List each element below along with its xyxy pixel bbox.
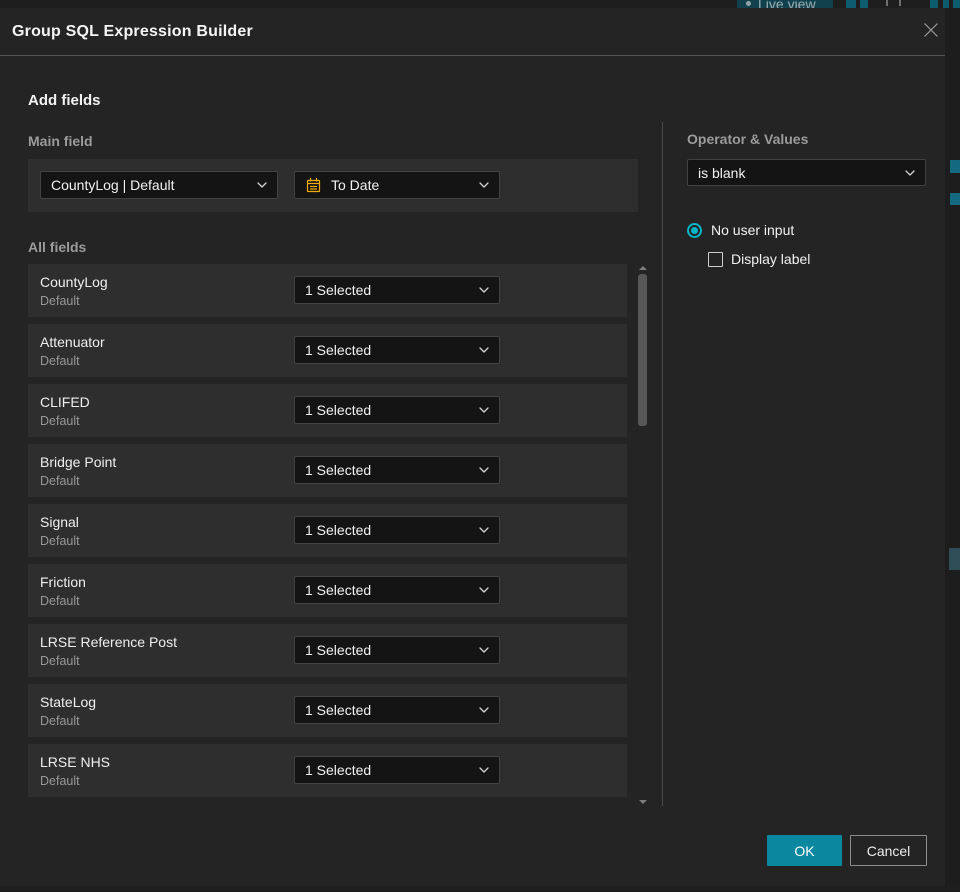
calendar-icon [306,177,321,192]
date-type-select-value: To Date [331,177,380,193]
toolbar-fragment [943,0,949,8]
field-row: CLIFED Default 1 Selected [28,384,627,437]
chevron-down-icon [257,182,267,188]
close-button[interactable] [917,16,945,44]
toolbar-fragment [930,0,938,8]
main-field-label: Main field [28,133,93,149]
field-name: LRSE Reference Post [40,634,177,650]
all-fields-label: All fields [28,239,87,255]
field-values-select[interactable]: 1 Selected [294,456,500,484]
app-background-right [945,8,960,886]
dialog-title: Group SQL Expression Builder [12,23,253,40]
operator-select-value: is blank [698,164,746,181]
field-name: LRSE NHS [40,754,111,770]
chevron-down-icon [905,169,915,176]
section-title: Add fields [28,92,101,109]
radio-selected-icon[interactable] [687,222,702,238]
chevron-down-icon [479,347,489,353]
field-subtitle: Default [40,414,80,428]
column-divider [662,122,663,806]
field-values-select[interactable]: 1 Selected [294,756,500,784]
toolbar-fragment [953,0,960,8]
toolbar-fragment [846,0,856,8]
field-row: StateLog Default 1 Selected [28,684,627,737]
field-subtitle: Default [40,594,80,608]
field-name: Bridge Point [40,454,117,470]
field-values-select[interactable]: 1 Selected [294,576,500,604]
scrollbar[interactable] [637,264,648,806]
field-row: LRSE Reference Post Default 1 Selected [28,624,627,677]
dialog-group-sql-expression-builder: Group SQL Expression Builder Add fields … [0,8,945,886]
field-row: LRSE NHS Default 1 Selected [28,744,627,797]
all-fields-list: CountyLog Default 1 Selected Attenuator … [28,264,627,804]
toolbar-fragment [860,0,868,8]
field-values-select[interactable]: 1 Selected [294,636,500,664]
chevron-down-icon [479,647,489,653]
chevron-down-icon [479,707,489,713]
chevron-down-icon [479,587,489,593]
no-user-input-option[interactable]: No user input [687,222,794,238]
field-subtitle: Default [40,534,80,548]
date-type-select[interactable]: To Date [294,171,500,199]
scroll-down-arrow-icon[interactable] [638,800,647,804]
toolbar-fragment [899,0,901,6]
display-label-option[interactable]: Display label [708,251,810,267]
field-name: Friction [40,574,86,590]
close-icon [924,23,938,37]
chevron-down-icon [479,467,489,473]
field-name: StateLog [40,694,97,710]
main-field-panel: CountyLog | Default To Date [28,159,638,212]
field-subtitle: Default [40,354,80,368]
main-field-select[interactable]: CountyLog | Default [40,171,278,199]
scroll-up-arrow-icon[interactable] [638,266,647,270]
chevron-down-icon [479,527,489,533]
field-values-select[interactable]: 1 Selected [294,336,500,364]
live-view-button[interactable]: Live view [737,0,833,8]
operator-select[interactable]: is blank [687,159,926,186]
dialog-header: Group SQL Expression Builder [0,8,945,56]
field-row: Signal Default 1 Selected [28,504,627,557]
operator-values-label: Operator & Values [687,131,809,147]
field-name: Signal [40,514,79,530]
background-fragment [950,193,960,205]
app-background-top: Live view [0,0,960,8]
field-name: CLIFED [40,394,90,410]
field-subtitle: Default [40,474,80,488]
field-row: CountyLog Default 1 Selected [28,264,627,317]
scrollbar-thumb[interactable] [638,274,647,426]
field-subtitle: Default [40,294,80,308]
live-view-label: Live view [758,0,816,8]
main-field-select-value: CountyLog | Default [51,177,175,193]
field-row: Friction Default 1 Selected [28,564,627,617]
no-user-input-label: No user input [711,222,795,238]
field-subtitle: Default [40,654,80,668]
field-values-select[interactable]: 1 Selected [294,396,500,424]
app-background-bottom [0,886,960,892]
chevron-down-icon [479,287,489,293]
cancel-button[interactable]: Cancel [850,835,927,866]
chevron-down-icon [479,182,489,188]
chevron-down-icon [479,767,489,773]
field-subtitle: Default [40,774,80,788]
background-fragment [949,548,960,570]
field-name: CountyLog [40,274,108,290]
checkbox-unchecked-icon[interactable] [708,251,723,267]
live-view-dot-icon [746,1,751,6]
display-label-text: Display label [731,251,811,267]
toolbar-fragment [886,0,888,6]
field-values-select[interactable]: 1 Selected [294,276,500,304]
field-values-select[interactable]: 1 Selected [294,516,500,544]
field-values-select[interactable]: 1 Selected [294,696,500,724]
field-row: Attenuator Default 1 Selected [28,324,627,377]
background-fragment [950,160,960,173]
field-subtitle: Default [40,714,80,728]
field-row: Bridge Point Default 1 Selected [28,444,627,497]
field-name: Attenuator [40,334,105,350]
chevron-down-icon [479,407,489,413]
ok-button[interactable]: OK [767,835,842,866]
